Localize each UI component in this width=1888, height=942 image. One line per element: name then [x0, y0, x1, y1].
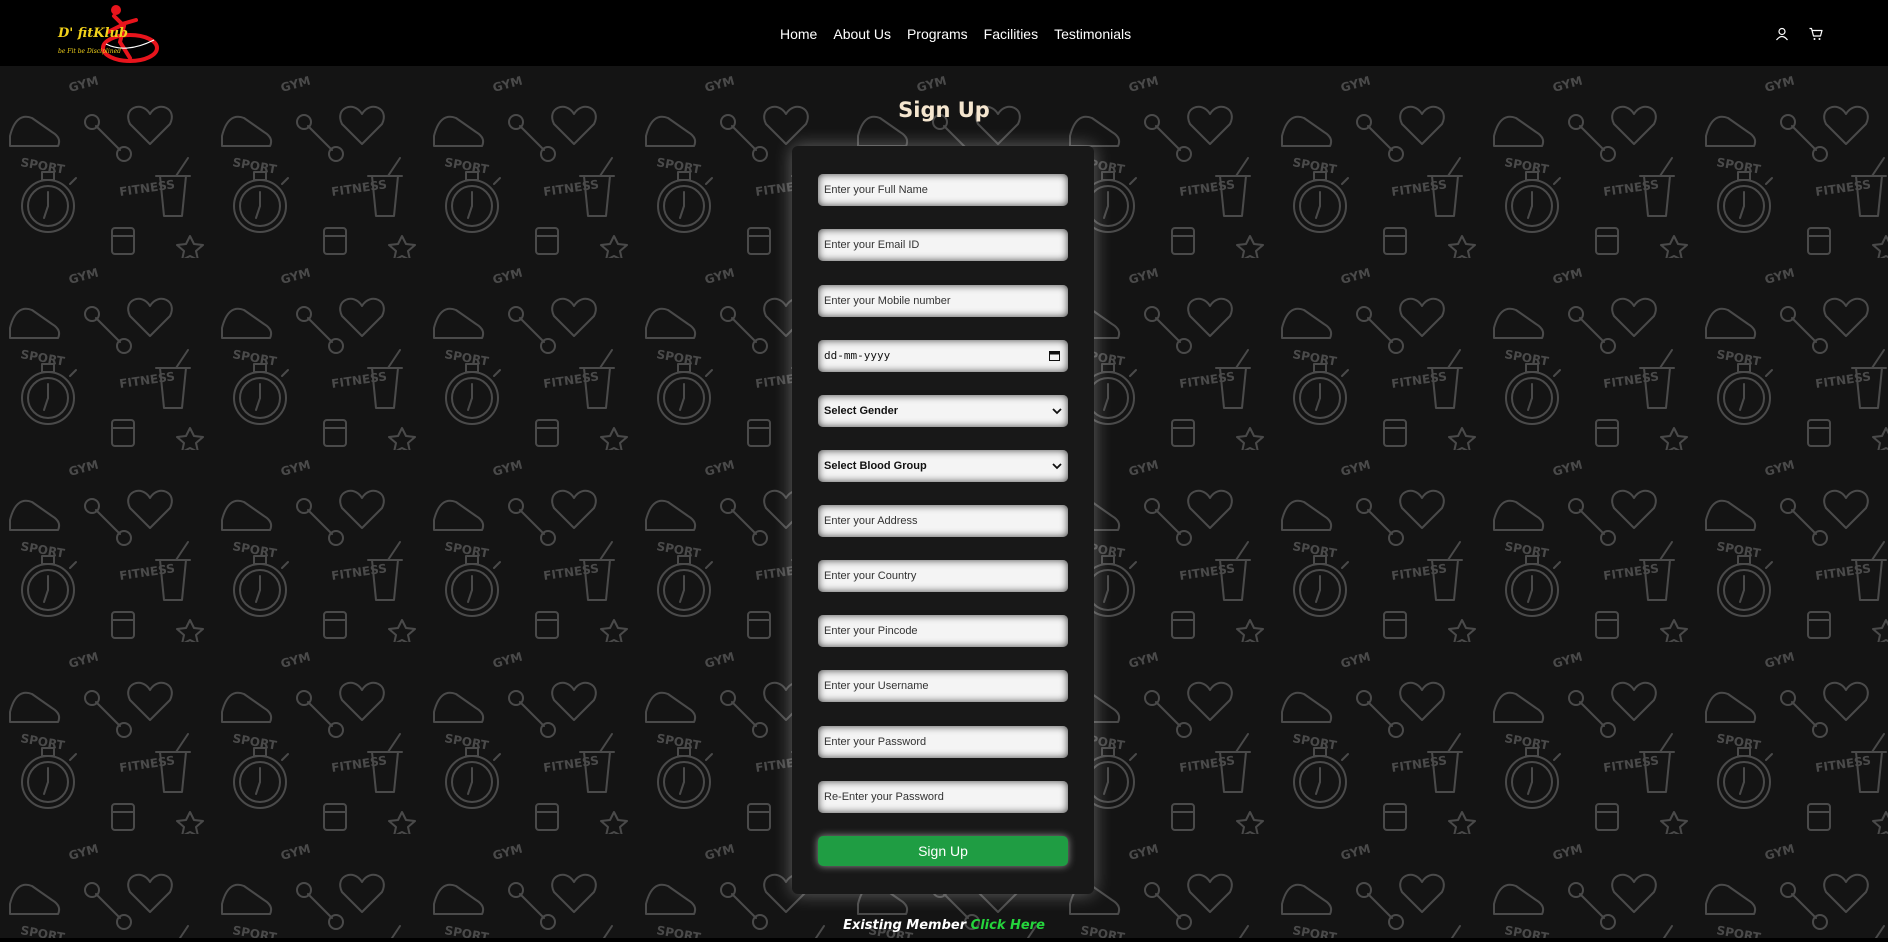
user-icon[interactable] — [1775, 27, 1789, 41]
calendar-icon[interactable] — [1049, 350, 1060, 361]
dob-placeholder: dd-mm-yyyy — [824, 349, 891, 362]
page-title: Sign Up — [898, 98, 990, 122]
username-input[interactable] — [818, 670, 1068, 702]
brand-name: D' fitKlub — [58, 26, 129, 41]
mobile-input[interactable] — [818, 285, 1068, 317]
signup-form: dd-mm-yyyy Select Gender Select Blood Gr… — [792, 146, 1094, 894]
gender-selected-value: Select Gender — [824, 405, 898, 417]
existing-member-line: Existing Member Click Here — [0, 918, 1888, 933]
reenter-password-input[interactable] — [818, 781, 1068, 813]
gender-select[interactable]: Select Gender — [818, 395, 1068, 427]
existing-member-text: Existing Member — [843, 918, 967, 933]
brand-tagline: be Fit be Disciplined — [58, 48, 122, 55]
nav-facilities[interactable]: Facilities — [984, 26, 1038, 42]
dob-date-input[interactable]: dd-mm-yyyy — [818, 340, 1068, 372]
address-input[interactable] — [818, 505, 1068, 537]
country-input[interactable] — [818, 560, 1068, 592]
chevron-down-icon — [1052, 463, 1062, 470]
main-nav: Home About Us Programs Facilities Testim… — [780, 26, 1147, 42]
pincode-input[interactable] — [818, 615, 1068, 647]
brand-logo[interactable]: D' fitKlub be Fit be Disciplined — [54, 4, 159, 64]
chevron-down-icon — [1052, 408, 1062, 415]
full-name-input[interactable] — [818, 174, 1068, 206]
nav-home[interactable]: Home — [780, 26, 817, 42]
email-input[interactable] — [818, 229, 1068, 261]
nav-about-us[interactable]: About Us — [833, 26, 891, 42]
signup-button[interactable]: Sign Up — [818, 836, 1068, 866]
nav-testimonials[interactable]: Testimonials — [1054, 26, 1131, 42]
blood-group-selected-value: Select Blood Group — [824, 460, 927, 472]
login-link[interactable]: Click Here — [971, 918, 1045, 933]
site-header: D' fitKlub be Fit be Disciplined Home Ab… — [0, 0, 1888, 66]
blood-group-select[interactable]: Select Blood Group — [818, 450, 1068, 482]
bottom-strip — [0, 938, 1888, 942]
password-input[interactable] — [818, 726, 1068, 758]
cart-icon[interactable] — [1809, 27, 1823, 41]
nav-programs[interactable]: Programs — [907, 26, 968, 42]
